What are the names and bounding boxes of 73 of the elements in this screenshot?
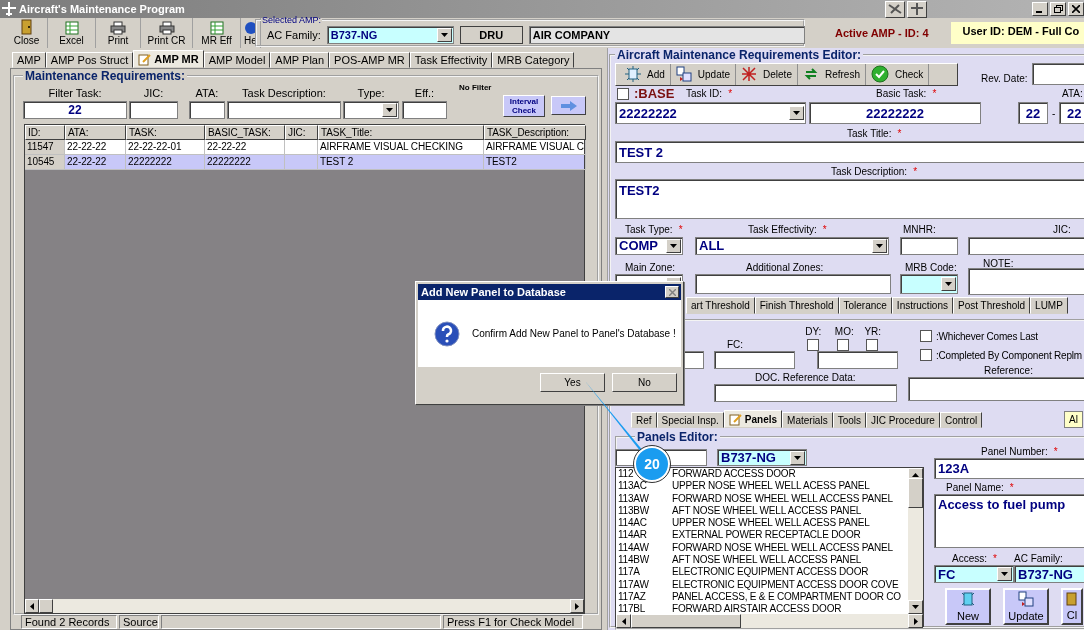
- column-header: BASIC_TASK:: [205, 125, 285, 140]
- field-label: Filter Task:: [48, 87, 102, 101]
- column-header: TASK:: [126, 125, 205, 140]
- column-header: JIC:: [285, 125, 318, 140]
- field-label: ATA:: [195, 87, 219, 101]
- option-label: :Whichever Comes Last: [936, 330, 1038, 342]
- column-header: TASK_Description:: [484, 125, 586, 140]
- separator: -: [1052, 107, 1056, 119]
- group-title: Aircraft Maintenance Requirements Editor:: [616, 48, 863, 62]
- field-label: Basic Task:: [876, 88, 927, 99]
- active-amp-label: Active AMP - ID: 4: [835, 27, 929, 39]
- field-label: Eff.:: [414, 87, 435, 101]
- field-label: Task Description:: [242, 87, 326, 101]
- field-label: NOTE:: [983, 257, 1014, 269]
- field-label: Type:: [357, 87, 385, 101]
- required-mark: *: [993, 552, 997, 564]
- filter-status: No Filter: [459, 83, 493, 92]
- dialog-message: Confirm Add New Panel to Panel's Database !: [472, 328, 676, 339]
- base-label: :BASE: [634, 86, 676, 101]
- field-label: JIC:: [143, 87, 164, 101]
- field-label: Main Zone:: [625, 261, 677, 273]
- option-label: :Completed By Component Replm: [936, 349, 1082, 361]
- field-label: AC Family:: [1014, 552, 1063, 564]
- group-title: Selected AMP:: [261, 16, 323, 24]
- field-label: Panel Name:: [946, 481, 1004, 493]
- table-cell: 10545: [25, 155, 65, 170]
- field-label: JIC:: [1053, 223, 1071, 235]
- group-title: Maintenance Requirements:: [24, 69, 187, 83]
- field-label: Panel Number:: [981, 445, 1048, 457]
- field-label: Access:: [952, 552, 987, 564]
- user-label: User ID: DEM - Full Co: [950, 22, 1084, 44]
- status-text: Found 2 Records: [21, 615, 117, 629]
- table-cell: 22222222: [126, 155, 205, 170]
- required-mark: *: [678, 223, 683, 235]
- dialog-title: Add New Panel to Database: [421, 286, 567, 298]
- required-mark: *: [1053, 445, 1058, 457]
- field-label: Task Title:: [847, 128, 892, 139]
- field-label: FC:: [727, 339, 745, 350]
- field-label: Additional Zones:: [746, 261, 825, 273]
- required-mark: *: [1009, 481, 1014, 493]
- field-label: Task Type:: [625, 223, 673, 235]
- table-cell: 22222222: [205, 155, 285, 170]
- field-label: MRB Code:: [905, 261, 958, 273]
- table-cell: TEST 2: [318, 155, 484, 170]
- column-header: ID:: [25, 125, 65, 140]
- required-mark: *: [897, 128, 902, 139]
- group-title: Panels Editor:: [636, 430, 719, 444]
- table-cell: 22-22-22: [65, 155, 126, 170]
- column-header: ATA:: [65, 125, 126, 140]
- info-label: Al: [1064, 411, 1083, 428]
- required-mark: *: [913, 165, 918, 177]
- status-text: Press F1 for Check Model: [443, 615, 583, 629]
- field-label: Reference:: [984, 365, 1033, 376]
- table-cell: TEST2: [484, 155, 586, 170]
- field-label: Task Effectivity:: [748, 223, 817, 235]
- field-label: Task Description:: [831, 165, 908, 177]
- required-mark: *: [822, 223, 827, 235]
- field-label: AC Family:: [267, 28, 321, 41]
- window-title: Aircraft's Maintenance Program: [19, 3, 185, 15]
- field-label: Task ID:: [686, 88, 723, 99]
- field-label: MO:: [834, 326, 854, 337]
- field-label: YR:: [864, 326, 882, 337]
- table-cell: 11547: [25, 140, 65, 155]
- field-label: ATA:: [1062, 88, 1083, 99]
- code-field: DRU: [459, 25, 523, 44]
- required-mark: *: [728, 88, 733, 99]
- field-label: Rev. Date:: [981, 72, 1028, 84]
- field-label: DY:: [805, 326, 822, 337]
- required-mark: *: [932, 88, 937, 99]
- status-text: Source: [119, 615, 159, 629]
- field-label: MNHR:: [903, 223, 937, 235]
- field-label: DOC. Reference Data:: [755, 372, 856, 383]
- column-header: TASK_Title:: [318, 125, 484, 140]
